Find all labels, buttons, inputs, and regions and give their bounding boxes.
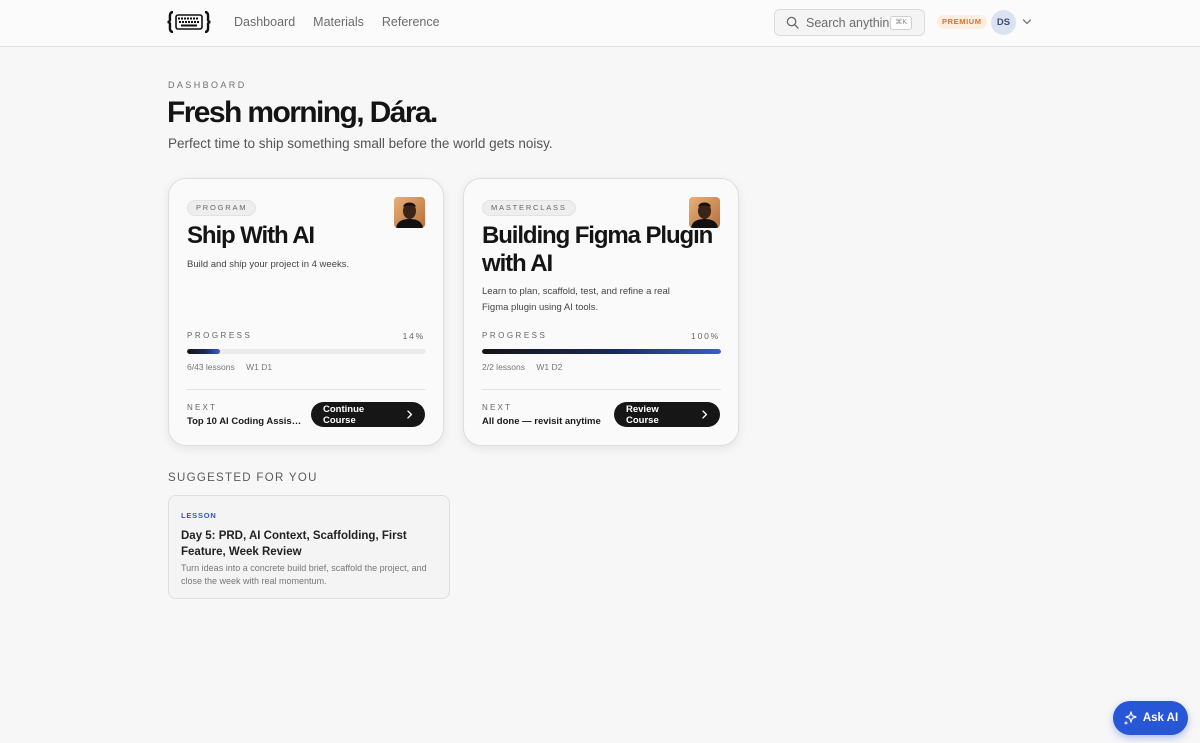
chevron-right-icon [407,410,413,419]
course-card[interactable]: PROGRAM Ship With AI Build and ship your… [168,178,444,446]
sparkle-icon [1123,711,1137,725]
search-shortcut: ⌘K [890,16,912,30]
divider [482,389,721,390]
next-lesson[interactable]: Top 10 AI Coding Assistants [187,416,302,427]
top-bar: Dashboard Materials Reference Search any… [0,0,1200,47]
lesson-description: Turn ideas into a concrete build brief, … [181,563,427,586]
lesson-count: 6/43 lessons [187,362,235,372]
review-course-button[interactable]: Review Course [614,402,720,427]
course-tag: PROGRAM [187,200,257,216]
course-title: Building Figma Plugin with AI [482,222,713,277]
next-label: NEXT [187,403,218,412]
course-card[interactable]: MASTERCLASS Building Figma Plugin with A… [463,178,739,446]
course-description: Build and ship your project in 4 weeks. [187,259,350,270]
premium-badge: PREMIUM [937,15,987,29]
progress-bar [482,349,721,354]
page-title: Fresh morning, Dára. [167,96,438,129]
course-position: W1 D2 [536,362,563,372]
user-avatar[interactable]: DS [991,10,1016,35]
lesson-count: 2/2 lessons [482,362,525,372]
nav-dashboard[interactable]: Dashboard [234,15,295,29]
chevron-right-icon [702,410,708,419]
lesson-tag: LESSON [181,511,217,520]
chevron-down-icon[interactable] [1022,17,1032,27]
course-meta: 2/2 lessons W1 D2 [482,362,571,372]
progress-percent: 14% [402,331,425,341]
progress-label: PROGRESS [187,331,253,340]
next-lesson: All done — revisit anytime [482,416,601,427]
button-label: Continue Course [323,403,365,426]
ask-ai-label: Ask AI [1142,712,1179,724]
search-placeholder: Search anything [806,15,897,30]
next-label: NEXT [482,403,513,412]
progress-bar [187,349,426,354]
progress-label: PROGRESS [482,331,548,340]
progress-percent: 100% [691,331,720,341]
course-tag: MASTERCLASS [482,200,576,216]
page-eyebrow: DASHBOARD [168,80,247,90]
nav-materials[interactable]: Materials [313,15,364,29]
ask-ai-button[interactable]: Ask AI [1113,701,1188,735]
divider [187,389,426,390]
search-icon [786,16,799,29]
search-input[interactable]: Search anything ⌘K [774,9,925,36]
course-position: W1 D1 [246,362,273,372]
course-title: Ship With AI [187,222,315,249]
progress-fill [187,349,221,354]
logo-icon[interactable] [167,11,211,33]
progress-fill [482,349,721,354]
nav-reference[interactable]: Reference [382,15,440,29]
suggested-heading: SUGGESTED FOR YOU [168,472,318,484]
lesson-title: Day 5: PRD, AI Context, Scaffolding, Fir… [181,530,407,558]
suggested-lesson-card[interactable]: LESSON Day 5: PRD, AI Context, Scaffoldi… [168,495,450,599]
main-nav: Dashboard Materials Reference [234,15,440,29]
course-description: Learn to plan, scaffold, test, and refin… [482,286,670,313]
course-meta: 6/43 lessons W1 D1 [187,362,281,372]
page-subtitle: Perfect time to ship something small bef… [168,136,553,151]
continue-course-button[interactable]: Continue Course [311,402,425,427]
button-label: Review Course [626,403,659,426]
